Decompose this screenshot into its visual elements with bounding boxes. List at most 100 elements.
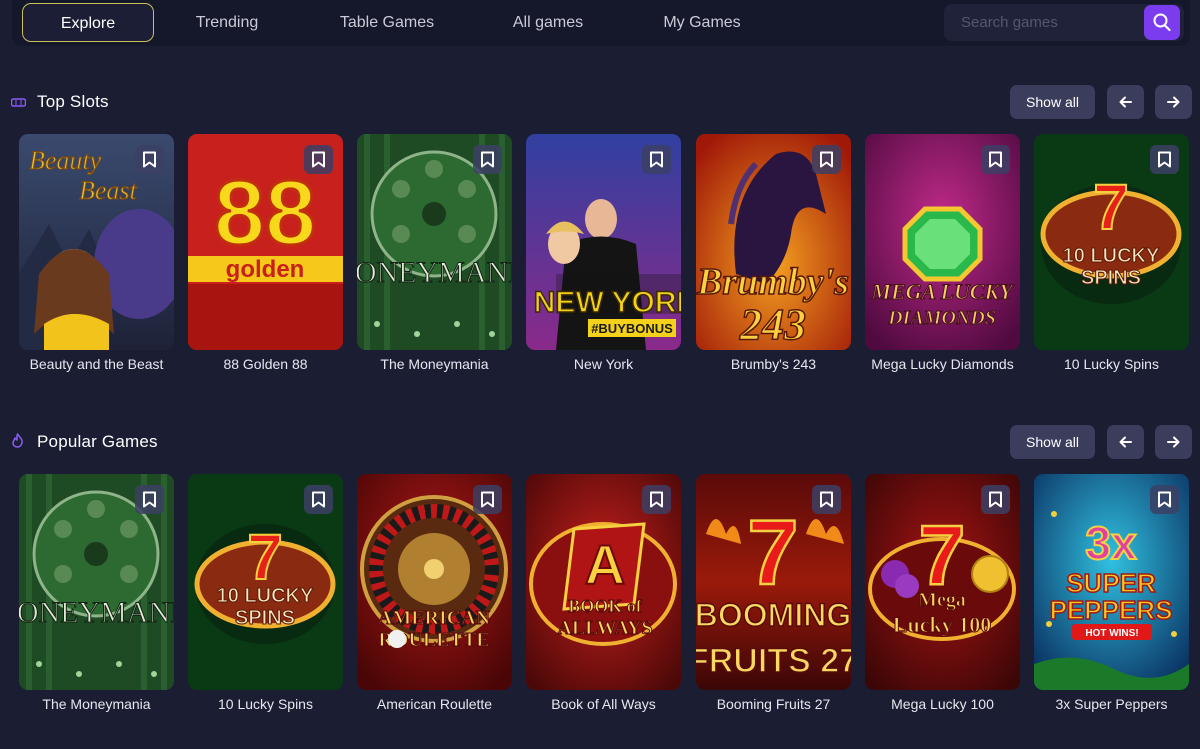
svg-text:88: 88 [214,162,316,264]
game-title: 88 Golden 88 [223,356,308,372]
bookmark-icon [481,151,494,168]
svg-text:HOT WINS!: HOT WINS! [1085,628,1138,639]
game-title: Mega Lucky Diamonds [871,356,1014,372]
svg-text:MEGA LUCKY: MEGA LUCKY [870,279,1015,304]
bookmark-icon [143,151,156,168]
search-input[interactable] [944,4,1140,41]
bookmark-button[interactable] [642,145,671,174]
arrow-right-icon [1167,96,1180,108]
svg-text:243: 243 [739,300,806,349]
svg-text:MONEYMANIA: MONEYMANIA [357,256,512,289]
svg-text:SPINS: SPINS [235,607,295,629]
svg-text:Brumby's: Brumby's [696,261,849,303]
show-all-button[interactable]: Show all [1010,425,1095,459]
tab-table-games[interactable]: Table Games [326,3,448,42]
bookmark-icon [820,491,833,508]
slots-icon [11,98,26,107]
bookmark-icon [650,151,663,168]
section-header-top-slots: Top Slots Show all [0,85,1200,119]
svg-text:7: 7 [919,508,966,602]
svg-text:7: 7 [247,521,283,593]
game-card-the-moneymania[interactable]: MONEYMANIA The Moneymania [19,474,174,724]
game-row-top-slots: Beauty Beast Beauty and the Beast 88 gol… [0,134,1200,384]
tab-explore[interactable]: Explore [22,3,154,42]
game-title: 10 Lucky Spins [218,696,313,712]
svg-text:ALLWAYS: ALLWAYS [557,617,652,639]
game-card-beauty-and-the-beast[interactable]: Beauty Beast Beauty and the Beast [19,134,174,384]
bookmark-button[interactable] [1150,145,1179,174]
game-title: The Moneymania [380,356,489,372]
bookmark-icon [481,491,494,508]
game-card-88-golden-88[interactable]: 88 golden 88 Golden 88 [188,134,343,384]
game-card-brumbys-243[interactable]: Brumby's 243 Brumby's 243 [696,134,851,384]
svg-text:SPINS: SPINS [1081,267,1141,289]
next-button[interactable] [1155,425,1192,459]
game-card-mega-lucky-diamonds[interactable]: MEGA LUCKY DIAMONDS Mega Lucky Diamonds [865,134,1020,384]
game-row-popular-games: MONEYMANIA The Moneymania 7 10 LUCKY SPI… [0,474,1200,724]
bookmark-button[interactable] [981,145,1010,174]
search-button[interactable] [1144,5,1180,40]
search-icon [1153,13,1171,32]
game-title: American Roulette [376,696,493,712]
section-header-popular-games: Popular Games Show all [0,425,1200,459]
bookmark-button[interactable] [473,485,502,514]
game-card-10-lucky-spins[interactable]: 7 10 LUCKY SPINS 10 Lucky Spins [188,474,343,724]
svg-text:#BUYBONUS: #BUYBONUS [591,321,673,336]
svg-text:Beauty: Beauty [29,146,102,175]
bookmark-button[interactable] [981,485,1010,514]
game-card-3x-super-peppers[interactable]: 3x SUPER PEPPERS HOT WINS! 3x Super Pepp… [1034,474,1189,724]
bookmark-button[interactable] [812,485,841,514]
game-card-the-moneymania[interactable]: MONEYMANIA The Moneymania [357,134,512,384]
game-card-booming-fruits-27[interactable]: 7 BOOMING FRUITS 27 Booming Fruits 27 [696,474,851,724]
svg-text:AMERICAN: AMERICAN [378,607,491,629]
bookmark-button[interactable] [642,485,671,514]
bookmark-button[interactable] [1150,485,1179,514]
bookmark-button[interactable] [473,145,502,174]
game-title: Brumby's 243 [730,356,817,372]
bookmark-icon [1158,491,1171,508]
bookmark-icon [650,491,663,508]
game-card-new-york[interactable]: NEW YORK #BUYBONUS New York [526,134,681,384]
tab-all-games[interactable]: All games [496,3,600,42]
game-card-mega-lucky-100[interactable]: 7 Mega Lucky 100 Mega Lucky 100 [865,474,1020,724]
bookmark-button[interactable] [135,485,164,514]
svg-text:BOOK of: BOOK of [568,596,643,616]
svg-text:MONEYMANIA: MONEYMANIA [19,596,174,629]
show-all-button[interactable]: Show all [1010,85,1095,119]
svg-text:10 LUCKY: 10 LUCKY [217,585,314,607]
bookmark-button[interactable] [304,145,333,174]
arrow-left-icon [1119,96,1132,108]
tab-trending[interactable]: Trending [176,3,278,42]
bookmark-button[interactable] [812,145,841,174]
game-card-10-lucky-spins[interactable]: 7 10 LUCKY SPINS 10 Lucky Spins [1034,134,1189,384]
bookmark-button[interactable] [135,145,164,174]
top-navigation: Explore Trending Table Games All games M… [12,0,1190,46]
svg-text:10 LUCKY: 10 LUCKY [1063,245,1160,267]
bookmark-button[interactable] [304,485,333,514]
game-card-book-of-all-ways[interactable]: A BOOK of ALLWAYS Book of All Ways [526,474,681,724]
tab-my-games[interactable]: My Games [648,3,756,42]
svg-text:DIAMONDS: DIAMONDS [887,307,996,329]
bookmark-icon [989,491,1002,508]
bookmark-icon [820,151,833,168]
bookmark-icon [989,151,1002,168]
svg-text:BOOMING: BOOMING [696,597,851,633]
game-title: Mega Lucky 100 [891,696,994,712]
bookmark-icon [312,491,325,508]
svg-text:7: 7 [747,502,798,604]
arrow-left-icon [1119,436,1132,448]
svg-text:golden: golden [226,256,305,283]
svg-text:3x: 3x [1085,517,1137,569]
next-button[interactable] [1155,85,1192,119]
svg-text:Lucky 100: Lucky 100 [893,612,991,637]
arrow-right-icon [1167,436,1180,448]
prev-button[interactable] [1107,425,1144,459]
game-title: New York [573,356,634,372]
svg-text:FRUITS 27: FRUITS 27 [696,642,851,680]
svg-text:7: 7 [1093,171,1129,243]
game-card-american-roulette[interactable]: AMERICAN ROULETTE American Roulette [357,474,512,724]
section-title: Top Slots [37,92,109,111]
svg-text:SUPER: SUPER [1066,568,1156,598]
prev-button[interactable] [1107,85,1144,119]
svg-text:Beast: Beast [79,176,138,205]
